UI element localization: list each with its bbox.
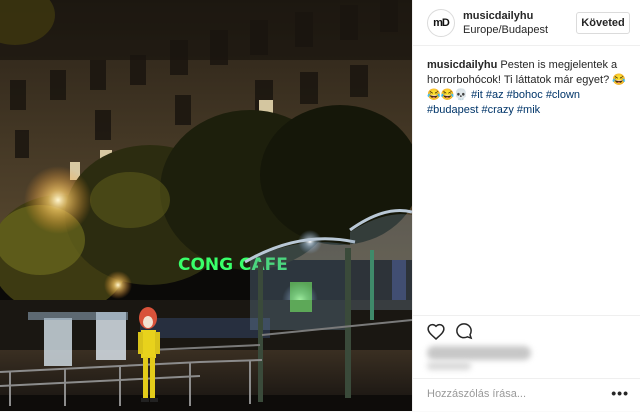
- night-street-photo: CONG CAFE: [0, 0, 412, 411]
- caption-username[interactable]: musicdailyhu: [427, 59, 497, 71]
- post-header: mD musicdailyhu Europe/Budapest Követed: [413, 0, 640, 46]
- hashtag-link[interactable]: #crazy: [481, 104, 513, 116]
- avatar[interactable]: mD: [427, 9, 455, 37]
- more-options-icon[interactable]: •••: [611, 385, 629, 401]
- comment-input[interactable]: Hozzászólás írása...: [427, 388, 526, 400]
- post-photo[interactable]: CONG CAFE: [0, 0, 412, 411]
- heart-icon[interactable]: [427, 322, 445, 340]
- timestamp-blurred: [427, 362, 471, 370]
- hashtag-link[interactable]: #az: [486, 89, 504, 101]
- instagram-post: CONG CAFE mD musicdailyhu Europe/Budapes…: [0, 0, 640, 411]
- hashtag-link[interactable]: #mik: [517, 104, 540, 116]
- username-link[interactable]: musicdailyhu: [463, 10, 533, 22]
- comment-icon[interactable]: [455, 322, 473, 340]
- post-sidebar: mD musicdailyhu Europe/Budapest Követed …: [412, 0, 640, 411]
- hashtag-link[interactable]: #budapest: [427, 104, 478, 116]
- hashtag-link[interactable]: #bohoc: [507, 89, 543, 101]
- follow-button[interactable]: Követed: [576, 12, 630, 34]
- hashtag-link[interactable]: #clown: [546, 89, 580, 101]
- post-caption: musicdailyhu Pesten is megjelentek a hor…: [427, 58, 631, 118]
- likes-count-blurred: [427, 346, 531, 360]
- comment-row: Hozzászólás írása... •••: [413, 378, 640, 412]
- action-bar: [413, 315, 640, 344]
- location-link[interactable]: Europe/Budapest: [463, 24, 548, 36]
- avatar-logo-text: mD: [433, 17, 450, 29]
- hashtag-link[interactable]: #it: [471, 89, 483, 101]
